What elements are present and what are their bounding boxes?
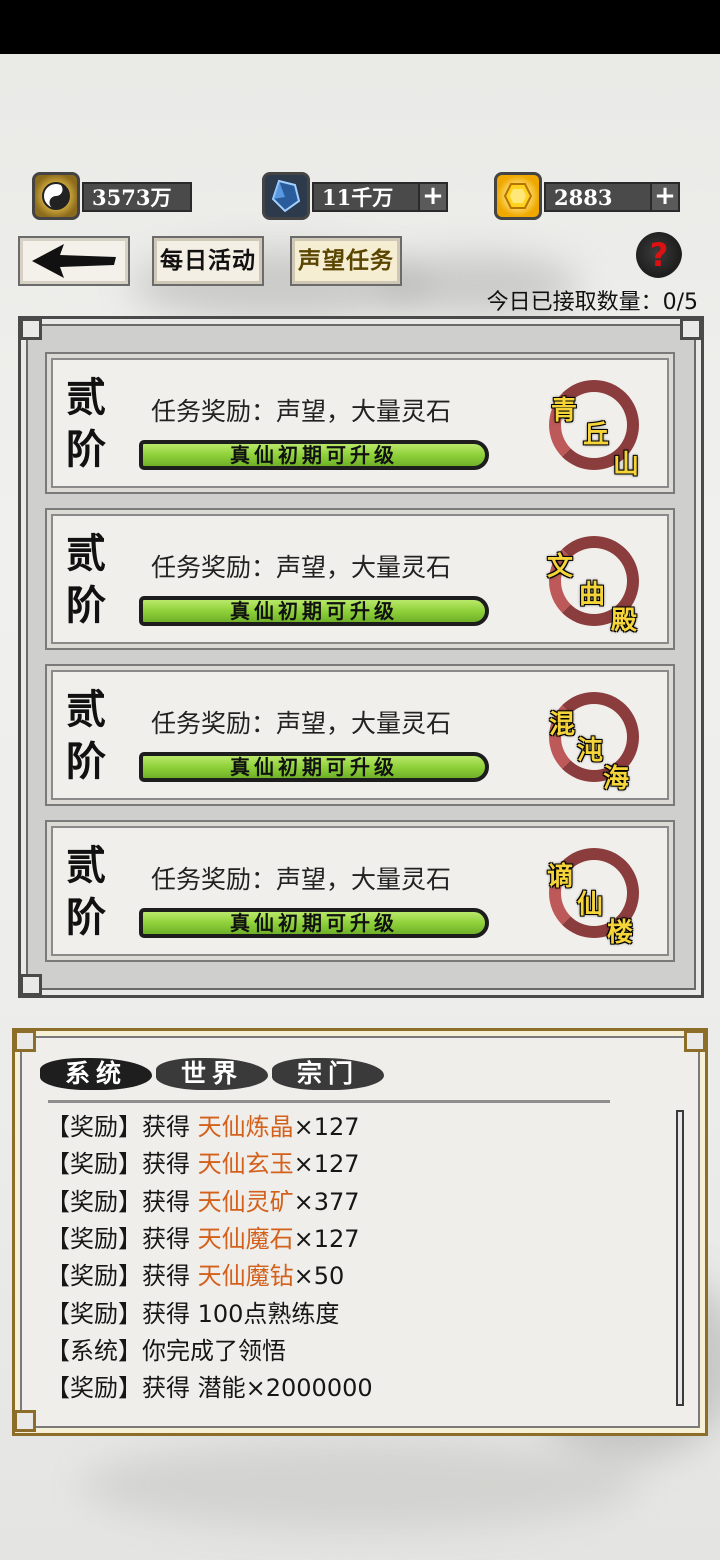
quest-requirement-text: 真仙初期可升级 <box>230 443 398 467</box>
log-prefix: 【奖励】获得 <box>46 1224 198 1253</box>
log-prefix: 【奖励】获得 <box>46 1187 198 1216</box>
frame-corner <box>20 974 42 996</box>
back-button[interactable] <box>18 236 130 286</box>
log-tab-sect[interactable]: 宗门 <box>272 1052 384 1096</box>
log-item-name: 天仙玄玉 <box>197 1150 294 1179</box>
log-item-name: 天仙魔钻 <box>197 1262 294 1291</box>
log-prefix: 【奖励】获得 <box>46 1262 198 1291</box>
frame-corner <box>684 1030 706 1052</box>
gold-value: 2883 <box>544 182 654 212</box>
log-entry: 【奖励】获得 天仙灵矿×377 <box>46 1185 646 1219</box>
log-prefix: 【奖励】获得 <box>46 1150 198 1179</box>
ink-mountain <box>80 1440 640 1530</box>
quest-card[interactable]: 贰阶 任务奖励：声望，大量灵石真仙初期可升级 文曲殿 <box>45 508 675 650</box>
tab-reputation-quests[interactable]: 声望任务 <box>290 236 402 286</box>
seal-char: 沌 <box>577 736 604 766</box>
tab-daily-activity[interactable]: 每日活动 <box>152 236 264 286</box>
log-item-name: 天仙炼晶 <box>197 1113 294 1141</box>
frame-corner <box>680 318 702 340</box>
log-entry: 【奖励】获得 天仙玄玉×127 <box>46 1147 646 1181</box>
seal-char: 谪 <box>547 862 574 892</box>
gold-gem-icon <box>494 172 542 220</box>
quest-requirement-bar: 真仙初期可升级 <box>139 440 489 470</box>
quest-requirement-text: 真仙初期可升级 <box>230 755 398 779</box>
quest-reward-text: 任务奖励：声望，大量灵石 <box>151 709 452 738</box>
quest-requirement-text: 真仙初期可升级 <box>230 599 398 623</box>
quest-requirement-bar: 真仙初期可升级 <box>139 596 489 626</box>
arrow-left-icon <box>32 244 116 278</box>
seal-char: 仙 <box>577 890 604 920</box>
help-button[interactable]: ? <box>636 232 682 278</box>
quest-requirement-bar: 真仙初期可升级 <box>139 908 489 938</box>
log-item-name: 天仙魔石 <box>197 1224 294 1253</box>
add-crystals-button[interactable]: + <box>418 182 448 212</box>
seal-char: 文 <box>547 552 574 582</box>
seal-char: 海 <box>603 764 630 794</box>
quest-requirement-bar: 真仙初期可升级 <box>139 752 489 782</box>
quest-location-seal[interactable]: 文曲殿 <box>541 528 651 638</box>
quest-rank: 贰阶 <box>66 842 106 941</box>
log-divider <box>48 1100 610 1103</box>
log-quantity: ×127 <box>293 1224 360 1253</box>
log-prefix: 【奖励】获得 潜能×2000000 <box>46 1374 373 1403</box>
log-scrollbar[interactable] <box>676 1110 684 1406</box>
quest-location-seal[interactable]: 谪仙楼 <box>541 840 651 950</box>
crystals-value: 11千万 <box>312 182 422 212</box>
log-prefix: 【系统】你完成了领悟 <box>46 1336 286 1365</box>
log-quantity: ×127 <box>293 1150 360 1179</box>
log-tab-system[interactable]: 系统 <box>40 1052 152 1096</box>
log-item-name: 天仙灵矿 <box>197 1187 294 1216</box>
question-icon: ? <box>649 236 669 274</box>
quest-card[interactable]: 贰阶 任务奖励：声望，大量灵石真仙初期可升级 青丘山 <box>45 352 675 494</box>
log-quantity: ×50 <box>293 1262 345 1291</box>
seal-char: 楼 <box>607 918 634 948</box>
frame-corner <box>20 318 42 340</box>
log-tab-world[interactable]: 世界 <box>156 1052 268 1096</box>
quest-rank: 贰阶 <box>66 530 106 629</box>
frame-corner <box>14 1410 36 1432</box>
quest-rank: 贰阶 <box>66 686 106 785</box>
seal-char: 丘 <box>583 420 610 450</box>
add-gold-button[interactable]: + <box>650 182 680 212</box>
quest-card[interactable]: 贰阶 任务奖励：声望，大量灵石真仙初期可升级 混沌海 <box>45 664 675 806</box>
log-entry: 【系统】你完成了领悟 <box>46 1334 646 1368</box>
quest-reward-text: 任务奖励：声望，大量灵石 <box>151 865 452 894</box>
log-entry: 【奖励】获得 潜能×2000000 <box>46 1371 646 1405</box>
log-entry: 【奖励】获得 天仙魔钻×50 <box>46 1259 646 1293</box>
log-entry: 【奖励】获得 100点熟练度 <box>46 1297 646 1331</box>
quest-location-seal[interactable]: 混沌海 <box>541 684 651 794</box>
quest-location-seal[interactable]: 青丘山 <box>541 372 651 482</box>
status-bar <box>0 0 720 54</box>
quest-card[interactable]: 贰阶 任务奖励：声望，大量灵石真仙初期可升级 谪仙楼 <box>45 820 675 962</box>
quest-rank: 贰阶 <box>66 374 106 473</box>
accepted-count-label: 今日已接取数量：0/5 <box>486 290 698 315</box>
quest-reward-text: 任务奖励：声望，大量灵石 <box>151 553 452 582</box>
log-quantity: ×377 <box>293 1187 360 1216</box>
taiji-coin-icon <box>32 172 80 220</box>
log-entry: 【奖励】获得 天仙魔石×127 <box>46 1222 646 1256</box>
log-quantity: ×127 <box>293 1113 360 1141</box>
seal-char: 混 <box>549 710 576 740</box>
log-prefix: 【奖励】获得 100点熟练度 <box>46 1299 340 1328</box>
seal-char: 山 <box>613 450 640 480</box>
quest-requirement-text: 真仙初期可升级 <box>230 911 398 935</box>
frame-corner <box>14 1030 36 1052</box>
log-entry: 【奖励】获得 天仙炼晶×127 <box>46 1110 646 1144</box>
seal-char: 殿 <box>611 606 638 636</box>
seal-char: 曲 <box>579 580 606 610</box>
coins-value: 3573万 <box>82 182 192 212</box>
seal-char: 青 <box>551 396 578 426</box>
quest-reward-text: 任务奖励：声望，大量灵石 <box>151 397 452 426</box>
spirit-crystal-icon <box>262 172 310 220</box>
log-prefix: 【奖励】获得 <box>46 1113 198 1141</box>
